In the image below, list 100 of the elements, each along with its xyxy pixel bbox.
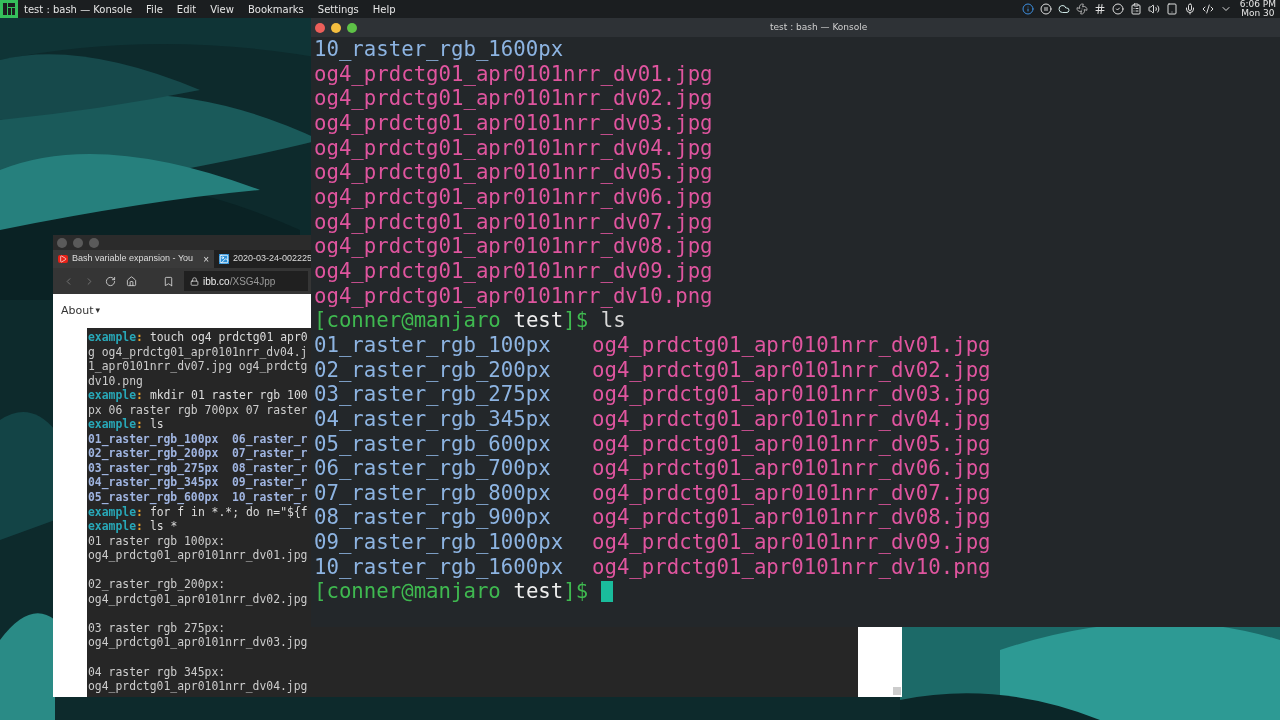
file-name: og4_prdctg01_apr0101nrr_dv07.jpg: [314, 209, 713, 235]
code-text: touch og4 prdctg01 apr0: [149, 330, 308, 345]
directory-name: 01_raster_rgb_100px: [314, 332, 552, 358]
example-label: example: [88, 417, 136, 432]
maximize-button[interactable]: [347, 22, 357, 33]
microphone-icon[interactable]: [1183, 3, 1196, 15]
code-text: ls *: [149, 519, 178, 534]
cloud-icon[interactable]: [1057, 3, 1070, 15]
info-icon[interactable]: [1021, 3, 1034, 15]
code-text: mkdir 01 raster rgb 100: [149, 388, 308, 403]
example-colon: :: [136, 388, 143, 403]
home-icon[interactable]: [126, 275, 137, 287]
clipboard-icon[interactable]: [1129, 3, 1142, 15]
code-text: 05_raster_rgb_600px 10_raster_r: [88, 490, 308, 505]
bookmark-icon[interactable]: [163, 275, 174, 287]
file-name: og4_prdctg01_apr0101nrr_dv09.jpg: [592, 530, 991, 555]
file-name: og4_prdctg01_apr0101nrr_dv05.jpg: [314, 160, 713, 185]
prompt-directory: test: [513, 579, 564, 605]
menu-item[interactable]: File: [146, 1, 163, 17]
file-name: og4_prdctg01_apr0101nrr_dv08.jpg: [314, 234, 713, 259]
image-icon: [219, 254, 229, 264]
hash-icon[interactable]: [1093, 3, 1106, 15]
video-icon: [58, 255, 68, 263]
file-name: og4_prdctg01_apr0101nrr_dv02.jpg: [314, 86, 713, 111]
close-tab-button[interactable]: ×: [203, 251, 209, 267]
code-text: px 06 raster rgb 700px 07 raster: [88, 402, 308, 418]
logo-icon[interactable]: [0, 0, 18, 18]
clock-time: 6:06 PM: [1239, 0, 1276, 9]
example-colon: :: [136, 417, 143, 432]
example-label: example: [88, 504, 136, 520]
prompt-symbol: ]$: [563, 579, 589, 605]
directory-name: 07_raster_rgb_800px: [314, 480, 552, 506]
code-text: 1_apr0101nrr_dv07.jpg og4_prdctg: [88, 359, 308, 374]
lock-icon: [190, 276, 199, 286]
file-name: og4_prdctg01_apr0101nrr_dv10.png: [314, 283, 713, 309]
tablet-icon[interactable]: [1165, 3, 1178, 15]
minimize-button[interactable]: [331, 22, 341, 33]
directory-name: 03_raster_rgb_275px: [314, 382, 552, 407]
menu-item[interactable]: Settings: [317, 1, 359, 17]
example-label: example: [88, 388, 136, 403]
fan-icon[interactable]: [1075, 3, 1088, 15]
code-icon[interactable]: [1201, 3, 1214, 15]
code-text: dv10.png: [88, 373, 143, 389]
directory-name: 08_raster_rgb_900px: [314, 505, 552, 531]
clock-date: Mon 30: [1241, 9, 1275, 18]
code-text: 01 raster rgb 100px:: [88, 533, 226, 549]
example-colon: :: [136, 519, 143, 534]
check-icon[interactable]: [1111, 3, 1124, 15]
directory-name: 10_raster_rgb_1600px: [314, 37, 564, 62]
code-text: g og4_prdctg01_apr0101nrr_dv04.j: [88, 344, 308, 360]
volume-icon[interactable]: [1147, 3, 1160, 15]
file-name: og4_prdctg01_apr0101nrr_dv01.jpg: [314, 61, 713, 87]
command-text: ls: [600, 308, 626, 333]
menu-item[interactable]: Help: [372, 1, 396, 17]
menu-item[interactable]: Edit: [176, 1, 197, 17]
code-text: og4_prdctg01_apr0101nrr_dv04.jpg: [88, 679, 308, 694]
file-name: og4_prdctg01_apr0101nrr_dv07.jpg: [592, 480, 991, 506]
about-menu[interactable]: About ▾: [61, 302, 101, 320]
pause-icon[interactable]: [1039, 3, 1052, 15]
prompt-user: [conner@manjaro: [314, 579, 501, 605]
browser-tab[interactable]: Bash variable expansion - You ×: [53, 250, 214, 268]
tab-title: Bash variable expansion - You: [72, 252, 194, 266]
code-text: og4_prdctg01_apr0101nrr_dv03.jpg: [88, 635, 308, 651]
code-text: 01_raster_rgb_100px 06_raster_r: [88, 431, 308, 447]
code-text: og4_prdctg01_apr0101nrr_dv02.jpg: [88, 591, 308, 607]
example-label: example: [88, 330, 136, 345]
directory-name: 06_raster_rgb_700px: [314, 456, 552, 481]
file-name: og4_prdctg01_apr0101nrr_dv03.jpg: [592, 382, 991, 407]
url-host: ibb.co: [203, 274, 230, 289]
code-text: 04 raster rgb 345px:: [88, 664, 226, 680]
file-name: og4_prdctg01_apr0101nrr_dv10.png: [592, 554, 991, 580]
file-name: og4_prdctg01_apr0101nrr_dv04.jpg: [592, 406, 991, 432]
file-name: og4_prdctg01_apr0101nrr_dv06.jpg: [314, 184, 713, 210]
code-text: 03 raster rgb 275px:: [88, 620, 226, 636]
clock[interactable]: 6:06 PM Mon 30: [1239, 0, 1276, 18]
file-name: og4_prdctg01_apr0101nrr_dv03.jpg: [314, 110, 713, 136]
menu-item[interactable]: Bookmarks: [247, 1, 304, 17]
code-text: ls: [149, 417, 164, 432]
menu-item[interactable]: View: [210, 1, 234, 17]
file-name: og4_prdctg01_apr0101nrr_dv02.jpg: [592, 357, 991, 383]
file-name: og4_prdctg01_apr0101nrr_dv06.jpg: [592, 456, 991, 481]
caret-icon: ▾: [95, 304, 101, 318]
file-name: og4_prdctg01_apr0101nrr_dv04.jpg: [314, 135, 713, 161]
code-text: 03_raster_rgb_275px 08_raster_r: [88, 460, 308, 476]
file-name: og4_prdctg01_apr0101nrr_dv08.jpg: [592, 505, 991, 531]
file-name: og4_prdctg01_apr0101nrr_dv09.jpg: [314, 258, 713, 284]
example-colon: :: [136, 504, 143, 520]
directory-name: 04_raster_rgb_345px: [314, 406, 552, 432]
code-text: for f in *.*; do n="${f: [149, 504, 308, 520]
reload-icon[interactable]: [105, 275, 116, 287]
file-name: og4_prdctg01_apr0101nrr_dv05.jpg: [592, 431, 991, 457]
close-button[interactable]: [315, 22, 325, 33]
prompt-symbol: ]$: [563, 308, 589, 333]
directory-name: 05_raster_rgb_600px: [314, 431, 552, 457]
directory-name: 09_raster_rgb_1000px: [314, 530, 565, 555]
tab-title: 2020-03-24-002225: [233, 252, 313, 266]
code-text: 04_raster_rgb_345px 09_raster_r: [88, 475, 308, 490]
code-text: 02_raster_rgb_200px:: [88, 577, 226, 592]
address-bar[interactable]: ibb.co/XSG4Jpp: [184, 271, 308, 291]
directory-name: 02_raster_rgb_200px: [314, 357, 552, 383]
